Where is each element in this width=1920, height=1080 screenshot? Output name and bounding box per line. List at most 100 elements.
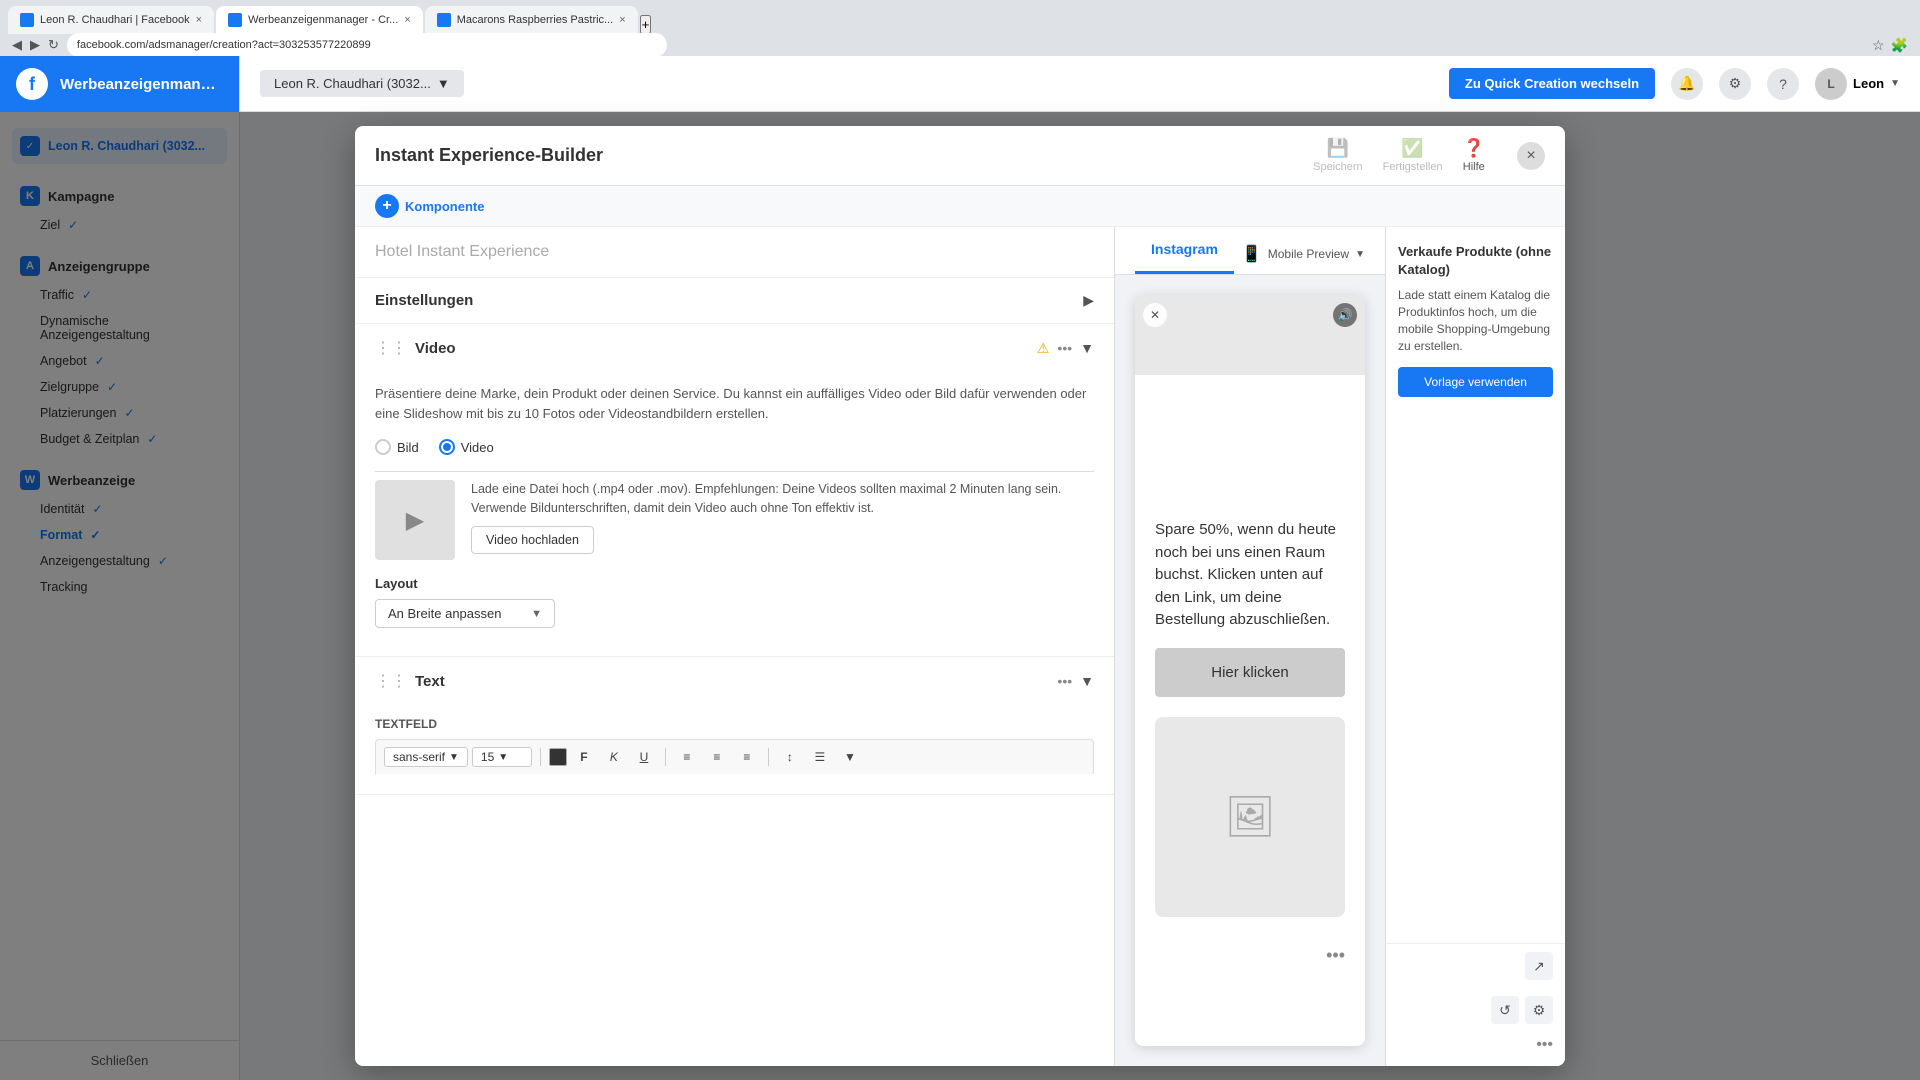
tab-favicon-2 <box>228 13 242 27</box>
text-section-header[interactable]: ⋮⋮ Text ••• ▼ <box>355 657 1114 705</box>
preview-close-icon[interactable]: ✕ <box>1143 303 1167 327</box>
customize-icon[interactable]: ⚙ <box>1525 996 1553 1024</box>
account-selector[interactable]: Leon R. Chaudhari (3032... ▼ <box>260 70 464 97</box>
video-divider <box>375 471 1094 472</box>
ie-editor: Einstellungen ▶ ⋮⋮ Video ⚠ <box>355 227 1115 1066</box>
text-chevron-icon[interactable]: ▼ <box>1080 673 1094 689</box>
settings-section-header[interactable]: Einstellungen ▶ <box>355 278 1114 323</box>
preview-more-dots[interactable]: ••• <box>1135 937 1365 974</box>
radio-bild-circle <box>375 439 391 455</box>
video-layout-section: Layout An Breite anpassen ▼ <box>375 576 1094 628</box>
video-section-body: Präsentiere deine Marke, dein Produkt od… <box>355 372 1114 656</box>
video-chevron-icon[interactable]: ▼ <box>1080 340 1094 356</box>
reload-button[interactable]: ↻ <box>48 37 59 53</box>
account-selector-text: Leon R. Chaudhari (3032... <box>274 76 431 91</box>
tab-close-2[interactable]: × <box>404 14 410 26</box>
italic-button[interactable]: K <box>601 744 627 770</box>
preview-image-placeholder: 🖼 <box>1155 717 1345 917</box>
mobile-preview-button[interactable]: 📱 Mobile Preview ▼ <box>1242 244 1365 264</box>
toolbar-separator-3 <box>768 748 769 766</box>
preview-cta-button[interactable]: Hier klicken <box>1155 648 1345 697</box>
video-section-header[interactable]: ⋮⋮ Video ⚠ ••• ▼ <box>355 324 1114 372</box>
save-button[interactable]: 💾 Speichern <box>1313 138 1363 173</box>
user-profile[interactable]: L Leon ▼ <box>1815 68 1900 100</box>
notification-icon[interactable]: 🔔 <box>1671 68 1703 100</box>
list-button[interactable]: ☰ <box>807 744 833 770</box>
modal-body: Einstellungen ▶ ⋮⋮ Video ⚠ <box>355 227 1565 1066</box>
plus-icon: + <box>375 194 399 218</box>
toolbar-separator-1 <box>540 748 541 766</box>
help-button[interactable]: ❓ Hilfe <box>1463 138 1485 173</box>
preview-tabs: Instagram 📱 Mobile Preview ▼ <box>1115 227 1385 275</box>
back-button[interactable]: ◀ <box>12 37 22 53</box>
align-left-button[interactable]: ≡ <box>674 744 700 770</box>
radio-video-circle <box>439 439 455 455</box>
tab-title-3: Macarons Raspberries Pastric... <box>457 14 614 26</box>
use-template-button[interactable]: Vorlage verwenden <box>1398 367 1553 397</box>
browser-tab-2[interactable]: Werbeanzeigenmanager - Cr... × <box>216 6 423 34</box>
new-tab-button[interactable]: + <box>640 15 652 34</box>
panel-more-dots[interactable]: ••• <box>1536 1036 1553 1054</box>
preview-ad-text: Spare 50%, wenn du heute noch bei uns ei… <box>1135 495 1365 648</box>
quick-creation-button[interactable]: Zu Quick Creation wechseln <box>1449 68 1655 99</box>
browser-tab-1[interactable]: Leon R. Chaudhari | Facebook × <box>8 6 214 34</box>
right-panel-actions: ↗ <box>1386 943 1565 988</box>
mobile-preview-arrow: ▼ <box>1355 249 1365 260</box>
forward-button[interactable]: ▶ <box>30 37 40 53</box>
settings-section-title: Einstellungen <box>375 292 1083 309</box>
settings-icon[interactable]: ⚙ <box>1719 68 1751 100</box>
color-swatch[interactable] <box>549 748 567 766</box>
preview-volume-icon[interactable]: 🔊 <box>1333 303 1357 327</box>
right-panel-bottom-actions: ↺ ⚙ <box>1386 988 1565 1032</box>
text-section-title: Text <box>415 673 1057 690</box>
font-size-value: 15 <box>481 750 494 764</box>
align-center-button[interactable]: ≡ <box>704 744 730 770</box>
tab-close-3[interactable]: × <box>619 14 625 26</box>
tab-instagram[interactable]: Instagram <box>1135 227 1234 274</box>
modal-header: Instant Experience-Builder 💾 Speichern ✅… <box>355 126 1565 186</box>
modal-overlay: Instant Experience-Builder 💾 Speichern ✅… <box>0 112 1920 1080</box>
video-warning-icon: ⚠ <box>1037 340 1050 357</box>
preview-phone: ✕ 🔊 Spare 50%, wenn du heute noch bei un… <box>1135 295 1365 1046</box>
video-upload-area: ▶ Lade eine Datei hoch (.mp4 oder .mov).… <box>375 480 1094 560</box>
layout-dropdown[interactable]: An Breite anpassen ▼ <box>375 599 555 628</box>
more-button[interactable]: ▼ <box>837 744 863 770</box>
underline-button[interactable]: U <box>631 744 657 770</box>
tab-close-1[interactable]: × <box>196 14 202 26</box>
radio-bild[interactable]: Bild <box>375 439 419 455</box>
radio-video[interactable]: Video <box>439 439 494 455</box>
font-family-arrow: ▼ <box>449 752 459 763</box>
settings-section: Einstellungen ▶ <box>355 278 1114 324</box>
line-height-button[interactable]: ↕ <box>777 744 803 770</box>
modal-header-actions: 💾 Speichern ✅ Fertigstellen ❓ Hilfe × <box>1313 138 1545 173</box>
video-drag-handle[interactable]: ⋮⋮ <box>375 338 407 358</box>
modal-title: Instant Experience-Builder <box>375 145 1313 166</box>
star-icon[interactable]: ☆ <box>1872 37 1885 54</box>
help-icon[interactable]: ? <box>1767 68 1799 100</box>
modal-close-button[interactable]: × <box>1517 142 1545 170</box>
experience-name-field[interactable] <box>355 227 1114 278</box>
browser-toolbar: ◀ ▶ ↻ facebook.com/adsmanager/creation?a… <box>0 34 1920 56</box>
add-component-button[interactable]: + Komponente <box>375 194 484 218</box>
browser-tab-3[interactable]: Macarons Raspberries Pastric... × <box>425 6 638 34</box>
address-bar[interactable]: facebook.com/adsmanager/creation?act=303… <box>67 33 667 57</box>
text-more-icon[interactable]: ••• <box>1057 673 1072 689</box>
refresh-icon[interactable]: ↺ <box>1491 996 1519 1024</box>
experience-name-input[interactable] <box>375 243 1094 261</box>
extensions-icon[interactable]: 🧩 <box>1891 37 1908 54</box>
preview-ad-overlay: ✕ 🔊 <box>1135 295 1365 495</box>
mobile-preview-label: Mobile Preview <box>1268 247 1349 261</box>
text-drag-handle[interactable]: ⋮⋮ <box>375 671 407 691</box>
external-link-icon[interactable]: ↗ <box>1525 952 1553 980</box>
settings-chevron-icon[interactable]: ▶ <box>1083 292 1094 309</box>
font-family-select[interactable]: sans-serif ▼ <box>384 747 468 767</box>
instant-experience-modal: Instant Experience-Builder 💾 Speichern ✅… <box>355 126 1565 1066</box>
right-panel-spacer <box>1386 601 1565 943</box>
video-upload-button[interactable]: Video hochladen <box>471 526 594 554</box>
finalize-button[interactable]: ✅ Fertigstellen <box>1383 138 1443 173</box>
video-more-icon[interactable]: ••• <box>1057 340 1072 356</box>
textfeld-label: Textfeld <box>375 717 1094 731</box>
font-size-select[interactable]: 15 ▼ <box>472 747 532 767</box>
align-right-button[interactable]: ≡ <box>734 744 760 770</box>
bold-button[interactable]: F <box>571 744 597 770</box>
